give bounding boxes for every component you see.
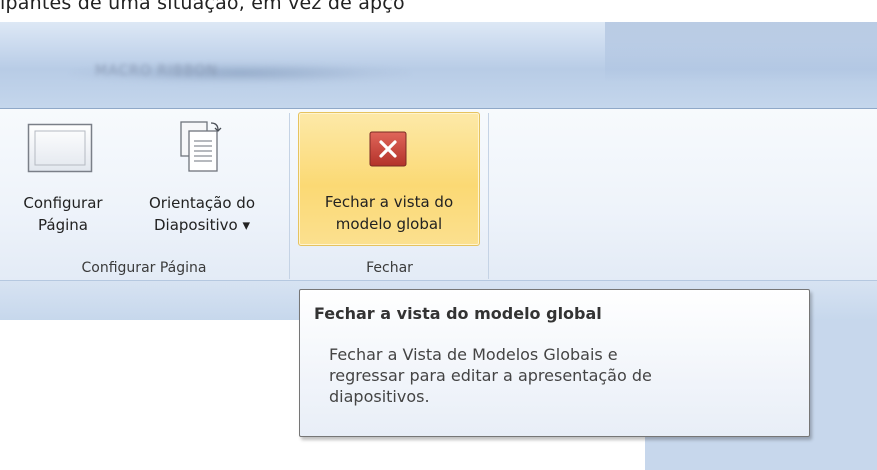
group-separator xyxy=(488,113,489,279)
close-master-view-icon xyxy=(369,131,407,172)
group-fechar: Fechar a vista do modelo global Fechar xyxy=(291,109,488,280)
slide-orientation-icon xyxy=(175,119,225,180)
top-text-strip: ipantes de uma situação, em vez de apçõ xyxy=(0,0,877,22)
blurred-title-text: MACRO RIBBON xyxy=(95,63,218,79)
window-title-bar: MACRO RIBBON xyxy=(0,22,877,109)
ribbon: Configurar Página Orientação do Diaposit xyxy=(0,109,877,280)
page-setup-icon xyxy=(27,123,93,178)
close-master-view-label-2: modelo global xyxy=(335,215,443,233)
group-label-fechar: Fechar xyxy=(366,260,413,276)
tooltip: Fechar a vista do modelo global Fechar a… xyxy=(299,289,810,437)
tooltip-body-line: Fechar a Vista de Modelos Globais e xyxy=(329,345,618,364)
tooltip-body: Fechar a Vista de Modelos Globais e regr… xyxy=(329,344,729,407)
group-label-configurar-pagina: Configurar Página xyxy=(81,260,207,276)
close-master-view-button[interactable]: Fechar a vista do modelo global xyxy=(298,112,480,246)
group-separator xyxy=(289,113,290,279)
slide-orientation-label-2: Diapositivo ▾ xyxy=(154,216,250,234)
cut-off-text: ipantes de uma situação, em vez de apçõ xyxy=(0,0,405,14)
tooltip-body-line: diapositivos. xyxy=(329,387,430,406)
slide-orientation-label-1: Orientação do xyxy=(148,194,256,212)
tooltip-title: Fechar a vista do modelo global xyxy=(314,304,602,323)
page-setup-label-2: Página xyxy=(38,216,88,234)
slide-orientation-button[interactable]: Orientação do Diapositivo ▾ xyxy=(124,111,280,251)
page-setup-label-1: Configurar xyxy=(23,194,103,212)
page-setup-button[interactable]: Configurar Página xyxy=(4,111,122,251)
group-configurar-pagina: Configurar Página Orientação do Diaposit xyxy=(0,109,288,280)
close-master-view-label-1: Fechar a vista do xyxy=(324,193,454,211)
title-glass xyxy=(605,22,877,108)
tooltip-body-line: regressar para editar a apresentação de xyxy=(329,366,652,385)
